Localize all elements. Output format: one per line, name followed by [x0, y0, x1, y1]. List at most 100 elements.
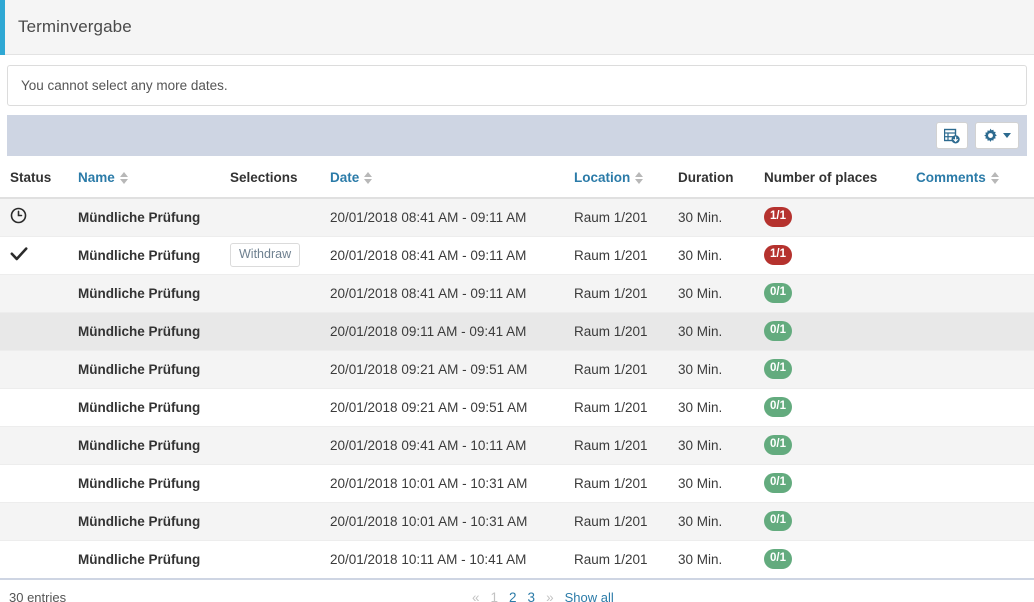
cell-comments: [916, 350, 1034, 388]
cell-status: [0, 388, 78, 426]
export-table-button[interactable]: [936, 122, 968, 149]
column-header-date[interactable]: Date: [330, 156, 574, 198]
cell-duration: 30 Min.: [678, 236, 764, 274]
cell-date: 20/01/2018 08:41 AM - 09:11 AM: [330, 274, 574, 312]
table-row[interactable]: Mündliche Prüfung20/01/2018 09:41 AM - 1…: [0, 426, 1034, 464]
table-row[interactable]: Mündliche Prüfung 20/01/2018 09:11 AM - 0…: [0, 312, 1034, 350]
table-row[interactable]: Mündliche PrüfungWithdraw20/01/2018 08:4…: [0, 236, 1034, 274]
page-root: Terminvergabe You cannot select any more…: [0, 0, 1034, 602]
table-row[interactable]: Mündliche Prüfung20/01/2018 09:21 AM - 0…: [0, 388, 1034, 426]
gear-icon: [983, 128, 998, 143]
column-label-date: Date: [330, 170, 359, 185]
cell-date: 20/01/2018 09:21 AM - 09:51 AM: [330, 350, 574, 388]
places-badge: 1/1: [764, 207, 792, 227]
column-header-duration: Duration: [678, 156, 764, 198]
withdraw-button[interactable]: Withdraw: [230, 243, 300, 268]
cell-duration: 30 Min.: [678, 426, 764, 464]
cell-name: Mündliche Prüfung: [78, 312, 230, 350]
settings-dropdown-button[interactable]: [975, 122, 1019, 149]
check-icon: [10, 245, 28, 266]
cell-selections: [230, 274, 330, 312]
cell-location: Raum 1/201: [574, 236, 678, 274]
cell-comments: [916, 540, 1034, 578]
cell-status: [0, 312, 78, 350]
cell-selections: Withdraw: [230, 236, 330, 274]
sort-icon-date[interactable]: [364, 172, 373, 184]
cell-number-of-places: 0/1: [764, 426, 916, 464]
cell-comments: [916, 236, 1034, 274]
pagination-item[interactable]: 2: [509, 590, 517, 602]
show-all-link[interactable]: Show all: [565, 590, 614, 602]
places-badge: 0/1: [764, 397, 792, 417]
cell-selections: [230, 350, 330, 388]
cell-date: 20/01/2018 09:21 AM - 09:51 AM: [330, 388, 574, 426]
cell-status: [0, 464, 78, 502]
table-row[interactable]: Mündliche Prüfung20/01/2018 10:01 AM - 1…: [0, 464, 1034, 502]
table-toolbar: [7, 115, 1027, 156]
column-label-selections: Selections: [230, 170, 298, 185]
table-row[interactable]: Mündliche Prüfung20/01/2018 08:41 AM - 0…: [0, 198, 1034, 236]
sort-icon-name[interactable]: [120, 172, 129, 184]
cell-status: [0, 236, 78, 274]
cell-duration: 30 Min.: [678, 198, 764, 236]
cell-selections: [230, 198, 330, 236]
pagination-item: «: [472, 590, 480, 602]
pagination-item: 1: [491, 590, 499, 602]
cell-date: 20/01/2018 09:11 AM - 09:41 AM: [330, 312, 574, 350]
cell-number-of-places: 0/1: [764, 312, 916, 350]
cell-location: Raum 1/201: [574, 350, 678, 388]
cell-name: Mündliche Prüfung: [78, 274, 230, 312]
cell-duration: 30 Min.: [678, 502, 764, 540]
cell-selections: [230, 464, 330, 502]
cell-status: [0, 274, 78, 312]
cell-comments: [916, 274, 1034, 312]
pagination-item: »: [546, 590, 554, 602]
chevron-down-icon: [1003, 133, 1011, 138]
sort-icon-comments[interactable]: [991, 172, 1000, 184]
cell-status: [0, 540, 78, 578]
column-header-comments[interactable]: Comments: [916, 156, 1034, 198]
column-header-status: Status: [0, 156, 78, 198]
cell-comments: [916, 388, 1034, 426]
cell-selections: [230, 540, 330, 578]
page-header: Terminvergabe: [0, 0, 1034, 55]
table-row[interactable]: Mündliche Prüfung20/01/2018 10:01 AM - 1…: [0, 502, 1034, 540]
places-badge: 0/1: [764, 359, 792, 379]
cell-name: Mündliche Prüfung: [78, 236, 230, 274]
cell-duration: 30 Min.: [678, 312, 764, 350]
cell-number-of-places: 0/1: [764, 274, 916, 312]
column-header-name[interactable]: Name: [78, 156, 230, 198]
pagination-item[interactable]: 3: [528, 590, 536, 602]
clock-icon: [10, 207, 27, 227]
column-label-number-of-places: Number of places: [764, 170, 877, 185]
cell-number-of-places: 0/1: [764, 464, 916, 502]
alert-container: You cannot select any more dates.: [0, 55, 1034, 106]
cell-name: Mündliche Prüfung: [78, 540, 230, 578]
cell-number-of-places: 0/1: [764, 388, 916, 426]
alert-message: You cannot select any more dates.: [21, 78, 228, 93]
appointments-table: Status Name Selections Date Location Dur…: [0, 156, 1034, 578]
cell-number-of-places: 1/1: [764, 236, 916, 274]
cell-location: Raum 1/201: [574, 502, 678, 540]
cell-status: [0, 426, 78, 464]
table-row[interactable]: Mündliche Prüfung 20/01/2018 08:41 AM - 0…: [0, 274, 1034, 312]
column-header-location[interactable]: Location: [574, 156, 678, 198]
pagination: « 123 » Show all: [472, 590, 614, 602]
cell-location: Raum 1/201: [574, 426, 678, 464]
cell-name: Mündliche Prüfung: [78, 426, 230, 464]
entries-count: 30 entries: [0, 590, 66, 602]
cell-name: Mündliche Prüfung: [78, 502, 230, 540]
cell-selections: [230, 502, 330, 540]
cell-number-of-places: 0/1: [764, 502, 916, 540]
cell-date: 20/01/2018 10:11 AM - 10:41 AM: [330, 540, 574, 578]
sort-icon-location[interactable]: [635, 172, 644, 184]
table-row[interactable]: Mündliche Prüfung20/01/2018 09:21 AM - 0…: [0, 350, 1034, 388]
places-badge: 0/1: [764, 473, 792, 493]
column-label-status: Status: [10, 170, 51, 185]
table-body: Mündliche Prüfung 20/01/2018 08:41 AM - 0…: [0, 198, 1034, 578]
table-row[interactable]: Mündliche Prüfung 20/01/2018 10:11 AM - 1…: [0, 540, 1034, 578]
table-footer: 30 entries « 123 » Show all: [0, 578, 1034, 602]
cell-status: [0, 198, 78, 236]
cell-location: Raum 1/201: [574, 464, 678, 502]
page-title: Terminvergabe: [18, 17, 132, 37]
